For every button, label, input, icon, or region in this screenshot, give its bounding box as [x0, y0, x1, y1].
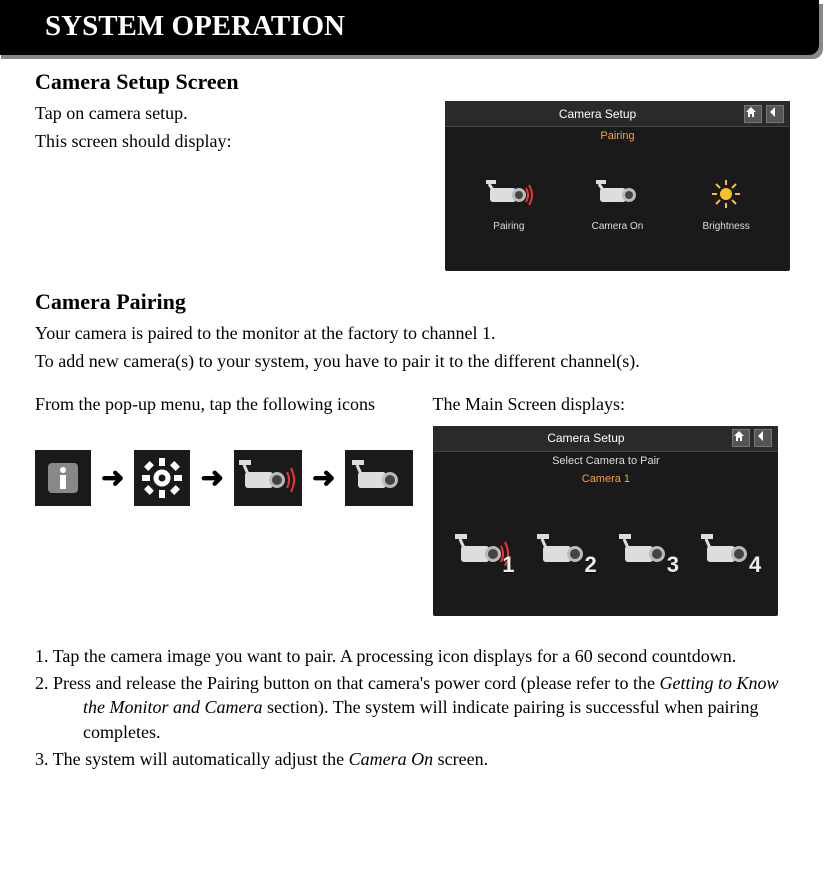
- section-camera-pairing-heading: Camera Pairing: [35, 289, 790, 315]
- camera-on-icon: [592, 175, 642, 213]
- camera-slot-2[interactable]: 2: [535, 528, 595, 576]
- tile-camera-on-label: Camera On: [592, 221, 644, 232]
- scr2-sub1: Select Camera to Pair: [433, 452, 778, 470]
- pairing-text-2: To add new camera(s) to your system, you…: [35, 349, 790, 373]
- camera-signal-icon[interactable]: [234, 450, 302, 506]
- step-2: 2. Press and release the Pairing button …: [35, 671, 790, 744]
- brightness-icon: [701, 175, 751, 213]
- setup-text-1: Tap on camera setup.: [35, 101, 425, 125]
- back-icon[interactable]: [754, 429, 772, 447]
- arrow-icon: ➜: [312, 461, 335, 494]
- scr-subtitle: Pairing: [445, 127, 790, 145]
- screenshot-select-camera: Camera Setup Select Camera to Pair Camer…: [433, 426, 778, 616]
- camera-slot-4[interactable]: 4: [699, 528, 759, 576]
- pairing-right-text: The Main Screen displays:: [433, 392, 791, 416]
- scr2-sub2: Camera 1: [433, 470, 778, 488]
- page-title: SYSTEM OPERATION: [45, 10, 345, 42]
- camera-number-2: 2: [585, 552, 597, 578]
- tile-brightness-label: Brightness: [702, 221, 749, 232]
- info-icon[interactable]: [35, 450, 91, 506]
- home-icon[interactable]: [732, 429, 750, 447]
- step-3: 3. The system will automatically adjust …: [35, 747, 790, 771]
- tile-camera-on[interactable]: Camera On: [592, 175, 644, 232]
- settings-gear-icon[interactable]: [134, 450, 190, 506]
- tile-brightness[interactable]: Brightness: [701, 175, 751, 232]
- tile-pairing-label: Pairing: [493, 221, 524, 232]
- page-body: Camera Setup Screen Tap on camera setup.…: [0, 69, 825, 804]
- pairing-icon-sequence: ➜ ➜: [35, 450, 413, 506]
- scr2-title: Camera Setup: [439, 431, 732, 445]
- camera-number-1: 1: [502, 552, 514, 578]
- pairing-left-text: From the pop-up menu, tap the following …: [35, 392, 393, 416]
- camera-number-3: 3: [667, 552, 679, 578]
- tile-pairing[interactable]: Pairing: [484, 175, 534, 232]
- camera-icon[interactable]: [345, 450, 413, 506]
- scr-title: Camera Setup: [451, 107, 744, 121]
- camera-slot-3[interactable]: 3: [617, 528, 677, 576]
- pairing-camera-icon: [484, 175, 534, 213]
- step-1: 1. Tap the camera image you want to pair…: [35, 644, 790, 668]
- camera-slot-1[interactable]: 1: [453, 528, 513, 576]
- setup-text-2: This screen should display:: [35, 129, 425, 153]
- section-camera-setup-heading: Camera Setup Screen: [35, 69, 790, 95]
- arrow-icon: ➜: [101, 461, 124, 494]
- arrow-icon: ➜: [200, 461, 223, 494]
- back-icon[interactable]: [766, 105, 784, 123]
- pairing-text-1: Your camera is paired to the monitor at …: [35, 321, 790, 345]
- screenshot-camera-setup: Camera Setup Pairing: [445, 101, 790, 271]
- page-title-bar: SYSTEM OPERATION: [0, 0, 819, 55]
- camera-number-4: 4: [749, 552, 761, 578]
- home-icon[interactable]: [744, 105, 762, 123]
- pairing-steps: 1. Tap the camera image you want to pair…: [35, 644, 790, 771]
